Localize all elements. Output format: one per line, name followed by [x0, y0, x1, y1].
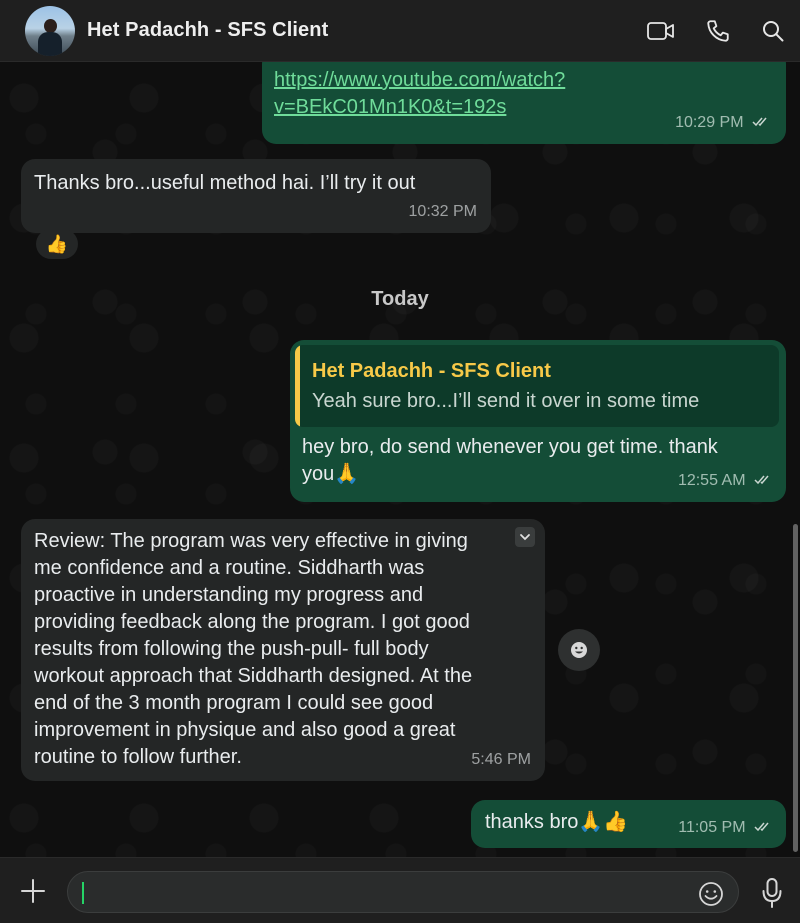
message-text: thanks bro🙏👍 [485, 811, 629, 833]
chat-header: Het Padachh - SFS Client [0, 0, 800, 62]
message-outgoing[interactable]: thanks bro🙏👍 11:05 PM [471, 800, 786, 848]
reaction-badge[interactable]: 👍 [36, 229, 78, 259]
message-time: 12:55 AM [677, 471, 746, 489]
message-outgoing-reply[interactable]: Het Padachh - SFS Client Yeah sure bro..… [290, 340, 786, 502]
avatar-head [44, 19, 57, 33]
read-ticks-icon [752, 109, 770, 136]
review-text: Review: The program was very effective i… [34, 528, 472, 771]
contact-name[interactable]: Het Padachh - SFS Client [87, 19, 328, 42]
search-icon[interactable] [758, 16, 788, 46]
message-text-line: workout approach that Siddharth designed… [34, 665, 473, 687]
microphone-icon[interactable] [758, 876, 786, 910]
read-ticks-icon [754, 814, 772, 841]
message-time: 10:32 PM [408, 203, 477, 220]
message-meta: 10:29 PM [675, 109, 770, 136]
youtube-link-continued[interactable]: v=BEkC01Mn1K0&t=192s [274, 96, 506, 118]
youtube-link[interactable]: https://www.youtube.com/watch? [274, 69, 565, 91]
message-text-line: Review: The program was very effective i… [34, 530, 468, 552]
message-text-line: routine to follow further. [34, 746, 242, 768]
message-meta: 11:05 PM [678, 814, 772, 841]
message-text: Thanks bro...useful method hai. I’ll try… [34, 172, 416, 194]
avatar[interactable] [25, 6, 75, 56]
emoji-icon[interactable] [697, 880, 725, 908]
quote-author: Het Padachh - SFS Client [312, 360, 551, 382]
message-outgoing-link[interactable]: https://www.youtube.com/watch? v=BEkC01M… [262, 62, 786, 144]
message-meta: 12:55 AM [678, 467, 772, 494]
quote-accent-bar [295, 345, 300, 427]
message-incoming[interactable]: Thanks bro...useful method hai. I’ll try… [21, 159, 491, 233]
message-text-line: improvement in physique and also good a … [34, 719, 456, 741]
message-text-line: results from following the push-pull- fu… [34, 638, 429, 660]
message-text-line: proactive in understanding my progress a… [34, 584, 424, 606]
voice-call-icon[interactable] [703, 16, 733, 46]
message-time: 11:05 PM [678, 818, 746, 836]
read-ticks-icon [754, 467, 772, 494]
video-call-icon[interactable] [646, 16, 676, 46]
message-text-line: you🙏 [302, 463, 360, 485]
add-reaction-icon[interactable] [558, 629, 600, 671]
avatar-body [38, 32, 62, 56]
day-separator: Today [371, 288, 429, 310]
quoted-message[interactable]: Het Padachh - SFS Client Yeah sure bro..… [295, 345, 779, 427]
message-input[interactable] [82, 878, 686, 908]
whatsapp-window: Het Padachh - SFS Client https://www.you… [0, 0, 800, 923]
text-caret [82, 882, 84, 904]
chat-scrollbar[interactable] [793, 524, 798, 852]
chat-messages-area[interactable]: https://www.youtube.com/watch? v=BEkC01M… [0, 62, 800, 857]
message-incoming-review[interactable]: Review: The program was very effective i… [21, 519, 545, 781]
message-text-line: me confidence and a routine. Siddharth w… [34, 557, 425, 579]
message-text-line: end of the 3 month program I could see g… [34, 692, 434, 714]
message-input-field[interactable] [67, 871, 739, 913]
message-text-line: hey bro, do send whenever you get time. … [302, 436, 718, 458]
attach-plus-icon[interactable] [18, 876, 48, 906]
message-time: 10:29 PM [675, 113, 744, 131]
message-time: 5:46 PM [471, 751, 531, 768]
message-text-line: providing feedback along the program. I … [34, 611, 470, 633]
composer-bar [0, 857, 800, 923]
message-menu-chevron-icon[interactable] [515, 527, 535, 547]
quote-text: Yeah sure bro...I’ll send it over in som… [312, 390, 700, 412]
